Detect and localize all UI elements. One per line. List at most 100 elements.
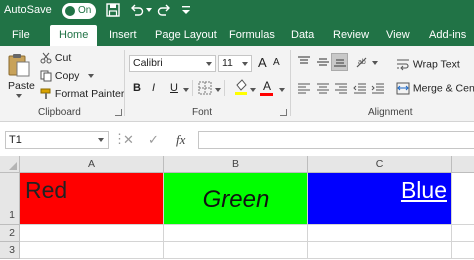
undo-dropdown-icon[interactable] <box>146 8 152 12</box>
chevron-down-icon <box>242 62 248 66</box>
redo-icon[interactable] <box>156 2 172 18</box>
format-painter-label: Format Painter <box>54 88 125 100</box>
paintbrush-icon <box>40 88 51 100</box>
divider <box>192 80 193 96</box>
select-all-button[interactable] <box>0 156 20 173</box>
borders-dropdown-icon[interactable] <box>215 88 221 92</box>
cut-button[interactable]: Cut <box>40 52 71 64</box>
cell-b1[interactable]: Green <box>164 173 308 225</box>
save-icon[interactable] <box>105 2 121 18</box>
formula-input[interactable] <box>198 131 474 149</box>
font-color-button[interactable]: A <box>263 79 271 93</box>
align-left-icon[interactable] <box>297 82 311 94</box>
autosave-toggle[interactable]: On <box>62 3 96 19</box>
cell-b3[interactable] <box>164 242 308 259</box>
shrink-font-button[interactable]: A <box>273 57 280 68</box>
cell-b2[interactable] <box>164 225 308 242</box>
wrap-text-icon <box>397 59 409 71</box>
tab-view[interactable]: View <box>386 25 410 46</box>
column-header-b[interactable]: B <box>164 156 308 173</box>
copy-dropdown-icon[interactable] <box>88 74 95 79</box>
group-divider <box>124 50 125 116</box>
align-right-icon[interactable] <box>334 82 348 94</box>
merge-center-icon <box>396 82 410 95</box>
align-top-icon[interactable] <box>297 56 311 68</box>
orientation-icon[interactable]: ab <box>355 55 369 69</box>
fill-color-icon[interactable] <box>234 79 248 96</box>
ribbon-home: Paste Cut Copy Format Painter Clipboard … <box>0 46 474 122</box>
font-name-select[interactable]: Calibri <box>129 55 216 72</box>
toggle-knob <box>65 6 75 16</box>
copy-button[interactable]: Copy <box>40 70 95 82</box>
paste-icon <box>8 54 30 77</box>
clipboard-launcher-icon[interactable] <box>115 109 122 116</box>
column-header-c[interactable]: C <box>308 156 452 173</box>
cell-c1-text: Blue <box>400 177 447 203</box>
title-bar: AutoSave On <box>0 0 474 22</box>
tab-page-layout[interactable]: Page Layout <box>155 25 217 46</box>
column-header-d[interactable] <box>452 156 474 173</box>
cell-c1[interactable]: Blue <box>308 173 452 225</box>
align-center-icon[interactable] <box>316 82 330 94</box>
autosave-label: AutoSave <box>4 4 52 16</box>
merge-center-label: Merge & Cent <box>412 82 474 95</box>
undo-icon[interactable] <box>129 2 145 18</box>
paste-button[interactable]: Paste <box>6 52 35 102</box>
column-header-a[interactable]: A <box>20 156 164 173</box>
scissors-icon <box>40 52 52 64</box>
font-color-dropdown-icon[interactable] <box>279 88 285 92</box>
font-name-value: Calibri <box>133 57 163 69</box>
font-color-swatch <box>260 93 273 96</box>
tab-review[interactable]: Review <box>333 25 369 46</box>
ribbon-tabs: File Home Insert Page Layout Formulas Da… <box>0 22 474 46</box>
font-launcher-icon[interactable] <box>280 109 287 116</box>
underline-button[interactable]: U <box>170 82 178 94</box>
grow-font-button[interactable]: A <box>258 55 267 70</box>
font-size-select[interactable]: 11 <box>218 55 252 72</box>
underline-dropdown-icon[interactable] <box>183 88 189 92</box>
wrap-text-button[interactable]: Wrap Text <box>396 58 460 71</box>
cell-a2[interactable] <box>20 225 164 242</box>
borders-icon[interactable] <box>198 81 212 95</box>
copy-label: Copy <box>54 70 80 82</box>
cell-d1[interactable] <box>452 173 474 225</box>
format-painter-button[interactable]: Format Painter <box>40 88 124 100</box>
name-box-value: T1 <box>9 134 22 146</box>
tab-insert[interactable]: Insert <box>109 25 137 46</box>
tab-file[interactable]: File <box>12 25 30 46</box>
cell-a3[interactable] <box>20 242 164 259</box>
increase-indent-icon[interactable] <box>371 82 385 94</box>
cell-c2[interactable] <box>308 225 452 242</box>
cancel-icon[interactable]: ✕ <box>123 132 134 148</box>
merge-center-button[interactable]: Merge & Cent <box>396 82 474 95</box>
tab-home[interactable]: Home <box>50 25 98 46</box>
font-size-value: 11 <box>222 57 233 69</box>
tab-data[interactable]: Data <box>291 25 314 46</box>
cell-a1[interactable]: Red <box>20 173 164 225</box>
select-all-icon <box>9 162 17 170</box>
cell-c3[interactable] <box>308 242 452 259</box>
customize-qat-icon[interactable] <box>178 2 194 18</box>
decrease-indent-icon[interactable] <box>353 82 367 94</box>
orientation-dropdown-icon[interactable] <box>372 61 378 65</box>
insert-function-button[interactable]: fx <box>176 132 185 148</box>
row-header-2[interactable]: 2 <box>0 225 20 242</box>
chevron-down-icon <box>98 138 104 142</box>
fill-color-dropdown-icon[interactable] <box>250 88 256 92</box>
worksheet-grid: A B C 1 2 3 Red Green Blue <box>0 156 474 260</box>
alignment-group-label: Alignment <box>368 107 413 118</box>
enter-icon[interactable]: ✓ <box>148 132 159 148</box>
cell-d2[interactable] <box>452 225 474 242</box>
row-header-3[interactable]: 3 <box>0 242 20 259</box>
italic-button[interactable]: I <box>152 82 155 94</box>
cell-d3[interactable] <box>452 242 474 259</box>
align-middle-icon[interactable] <box>316 56 330 68</box>
bold-button[interactable]: B <box>133 82 141 94</box>
align-bottom-button[interactable] <box>331 53 348 71</box>
row-header-1[interactable]: 1 <box>0 173 20 225</box>
tab-add-ins[interactable]: Add-ins <box>429 25 466 46</box>
tab-formulas[interactable]: Formulas <box>229 25 275 46</box>
name-box[interactable]: T1 <box>5 131 109 149</box>
paste-dropdown-icon[interactable] <box>16 94 22 98</box>
wrap-text-label: Wrap Text <box>412 58 460 71</box>
